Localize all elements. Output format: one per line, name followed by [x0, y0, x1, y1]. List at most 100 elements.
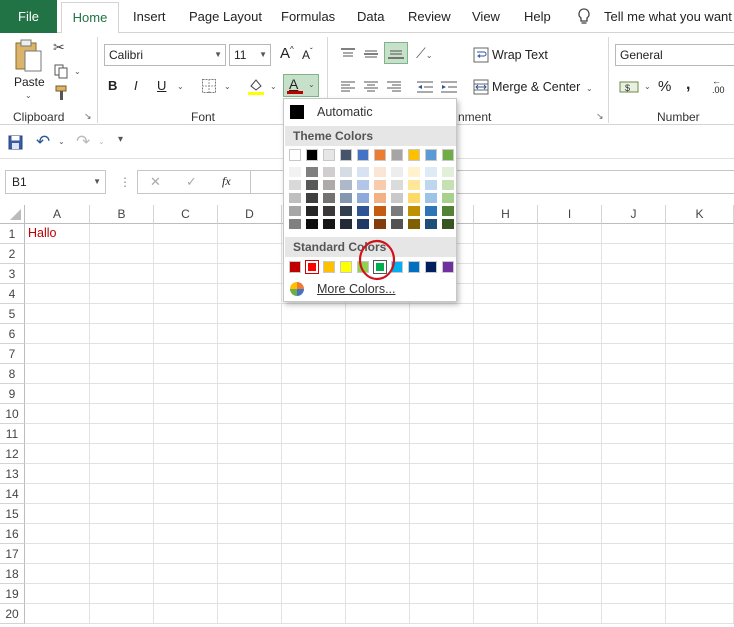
column-header-d[interactable]: D [218, 205, 282, 224]
theme-shade-swatch[interactable] [340, 219, 352, 229]
theme-shade-swatch[interactable] [425, 206, 437, 216]
font-size-select[interactable]: 11 ▼ [229, 44, 271, 66]
select-all-corner[interactable] [0, 205, 25, 224]
cell-a1[interactable]: Hallo [28, 226, 57, 240]
accounting-dropdown-icon[interactable]: ⌄ [644, 82, 651, 91]
tab-data[interactable]: Data [357, 0, 384, 33]
redo-dropdown-icon[interactable]: ⌄ [98, 137, 105, 146]
undo-dropdown-icon[interactable]: ⌄ [58, 137, 65, 146]
font-color-button[interactable]: A ⌄ [283, 74, 319, 97]
theme-color-swatch[interactable] [323, 149, 335, 161]
grow-font-button[interactable]: A^ [280, 45, 294, 62]
cancel-entry-button[interactable]: ✕ [150, 174, 161, 190]
theme-shade-swatch[interactable] [357, 206, 369, 216]
theme-shade-swatch[interactable] [442, 180, 454, 190]
row-header-7[interactable]: 7 [0, 344, 25, 364]
redo-icon[interactable]: ↷ [76, 132, 90, 152]
row-header-13[interactable]: 13 [0, 464, 25, 484]
theme-shade-swatch[interactable] [357, 180, 369, 190]
wrap-text-icon[interactable] [473, 47, 489, 63]
theme-shade-swatch[interactable] [391, 167, 403, 177]
standard-color-swatch[interactable] [305, 260, 319, 274]
theme-color-swatch[interactable] [289, 149, 301, 161]
theme-color-swatch[interactable] [408, 149, 420, 161]
theme-shade-swatch[interactable] [374, 193, 386, 203]
standard-color-swatch[interactable] [442, 261, 454, 273]
middle-align-icon[interactable] [363, 47, 379, 61]
theme-shade-swatch[interactable] [357, 167, 369, 177]
row-header-8[interactable]: 8 [0, 364, 25, 384]
theme-shade-swatch[interactable] [425, 167, 437, 177]
standard-color-swatch[interactable] [408, 261, 420, 273]
row-header-4[interactable]: 4 [0, 284, 25, 304]
row-header-17[interactable]: 17 [0, 544, 25, 564]
merge-center-button[interactable]: Merge & Center [492, 80, 580, 94]
column-header-i[interactable]: I [538, 205, 602, 224]
merge-center-icon[interactable] [473, 79, 489, 95]
bottom-align-button[interactable] [384, 42, 408, 64]
more-colors-option[interactable]: More Colors... [317, 282, 396, 296]
customize-qat-icon[interactable]: ▾ [118, 134, 123, 145]
paste-button[interactable]: Paste [14, 75, 45, 89]
row-header-16[interactable]: 16 [0, 524, 25, 544]
row-header-3[interactable]: 3 [0, 264, 25, 284]
theme-shade-swatch[interactable] [408, 219, 420, 229]
tab-review[interactable]: Review [408, 0, 451, 33]
theme-shade-swatch[interactable] [374, 180, 386, 190]
standard-color-swatch[interactable] [340, 261, 352, 273]
align-center-icon[interactable] [363, 80, 379, 94]
theme-shade-swatch[interactable] [289, 219, 301, 229]
theme-shade-swatch[interactable] [391, 180, 403, 190]
merge-dropdown-icon[interactable]: ⌄ [586, 84, 593, 93]
theme-shade-swatch[interactable] [357, 219, 369, 229]
tab-help[interactable]: Help [524, 0, 551, 33]
align-right-icon[interactable] [386, 80, 402, 94]
theme-color-swatch[interactable] [442, 149, 454, 161]
theme-shade-swatch[interactable] [374, 219, 386, 229]
theme-shade-swatch[interactable] [374, 206, 386, 216]
theme-color-swatch[interactable] [340, 149, 352, 161]
row-header-20[interactable]: 20 [0, 604, 25, 624]
theme-shade-swatch[interactable] [442, 193, 454, 203]
theme-shade-swatch[interactable] [323, 219, 335, 229]
row-header-9[interactable]: 9 [0, 384, 25, 404]
tab-formulas[interactable]: Formulas [281, 0, 335, 33]
row-header-5[interactable]: 5 [0, 304, 25, 324]
row-header-19[interactable]: 19 [0, 584, 25, 604]
theme-shade-swatch[interactable] [391, 219, 403, 229]
theme-color-swatch[interactable] [357, 149, 369, 161]
fill-color-dropdown-icon[interactable]: ⌄ [270, 82, 277, 91]
column-header-h[interactable]: H [474, 205, 538, 224]
tab-view[interactable]: View [472, 0, 500, 33]
format-painter-icon[interactable] [53, 85, 69, 101]
paste-dropdown-icon[interactable]: ⌄ [25, 91, 32, 100]
theme-shade-swatch[interactable] [340, 167, 352, 177]
row-header-1[interactable]: 1 [0, 224, 25, 244]
column-header-k[interactable]: K [666, 205, 734, 224]
row-header-10[interactable]: 10 [0, 404, 25, 424]
paste-icon[interactable] [10, 39, 48, 72]
align-left-icon[interactable] [340, 80, 356, 94]
theme-shade-swatch[interactable] [306, 193, 318, 203]
clipboard-launcher-icon[interactable]: ↘ [84, 111, 92, 122]
increase-indent-icon[interactable] [440, 80, 458, 94]
borders-icon[interactable] [201, 78, 217, 94]
theme-shade-swatch[interactable] [408, 180, 420, 190]
theme-shade-swatch[interactable] [340, 193, 352, 203]
automatic-color-swatch[interactable] [290, 105, 304, 119]
theme-shade-swatch[interactable] [306, 180, 318, 190]
theme-shade-swatch[interactable] [391, 206, 403, 216]
row-header-15[interactable]: 15 [0, 504, 25, 524]
row-header-11[interactable]: 11 [0, 424, 25, 444]
column-header-a[interactable]: A [25, 205, 90, 224]
theme-color-swatch[interactable] [425, 149, 437, 161]
theme-shade-swatch[interactable] [306, 219, 318, 229]
theme-shade-swatch[interactable] [408, 206, 420, 216]
theme-shade-swatch[interactable] [374, 167, 386, 177]
accounting-format-icon[interactable]: $ [619, 78, 641, 96]
underline-button[interactable]: U [157, 78, 166, 93]
theme-shade-swatch[interactable] [323, 193, 335, 203]
tab-home[interactable]: Home [61, 2, 119, 34]
name-box[interactable]: B1 ▼ [5, 170, 106, 194]
row-header-6[interactable]: 6 [0, 324, 25, 344]
